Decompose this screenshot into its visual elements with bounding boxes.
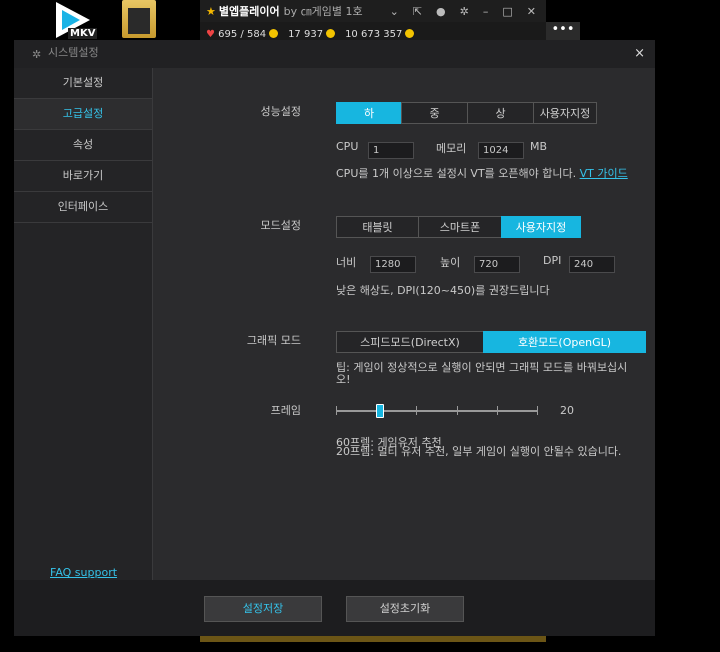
stat-hearts: ♥ 695 / 584 bbox=[206, 29, 279, 40]
slider-tick bbox=[416, 406, 417, 415]
stat-gold: 10 673 357 bbox=[345, 29, 415, 40]
slider-tick bbox=[336, 406, 337, 415]
memory-input[interactable]: 1024 bbox=[478, 142, 524, 159]
graphics-segment: 스피드모드(DirectX) 호환모드(OpenGL) bbox=[336, 331, 646, 353]
stat-gems: 17 937 bbox=[288, 29, 336, 40]
height-input[interactable]: 720 bbox=[474, 256, 520, 273]
close-icon[interactable]: ✕ bbox=[527, 5, 536, 18]
dialog-close-button[interactable]: × bbox=[634, 46, 645, 61]
dialog-footer: 설정저장 설정초기화 bbox=[14, 580, 655, 636]
save-settings-button[interactable]: 설정저장 bbox=[204, 596, 322, 622]
maximize-icon[interactable]: □ bbox=[502, 5, 512, 18]
star-icon: ★ bbox=[206, 4, 216, 18]
frame-slider-track[interactable] bbox=[336, 410, 538, 412]
sidebar-item-basic[interactable]: 기본설정 bbox=[14, 68, 152, 99]
reset-settings-button[interactable]: 설정초기화 bbox=[346, 596, 464, 622]
minimize-icon[interactable]: – bbox=[483, 5, 489, 18]
dpi-input[interactable]: 240 bbox=[569, 256, 615, 273]
width-input[interactable]: 1280 bbox=[370, 256, 416, 273]
slider-tick bbox=[537, 406, 538, 415]
memory-unit: MB bbox=[530, 140, 548, 153]
resolution-note: 낮은 해상도, DPI(120~450)를 권장드립니다 bbox=[336, 284, 550, 297]
gear-icon[interactable]: ✲ bbox=[460, 5, 469, 18]
cpu-input[interactable]: 1 bbox=[368, 142, 414, 159]
sidebar-item-interface[interactable]: 인터페이스 bbox=[14, 192, 152, 223]
graphics-label: 그래픽 모드 bbox=[246, 334, 301, 347]
dialog-title: 시스템설정 bbox=[48, 46, 99, 59]
speed-mode-button[interactable]: 스피드모드(DirectX) bbox=[336, 331, 484, 353]
dpi-label: DPI bbox=[543, 254, 562, 267]
mode-segment: 태블릿 스마트폰 사용자지정 bbox=[336, 216, 581, 238]
cpu-note-text: CPU를 1개 이상으로 설정시 VT를 오픈해야 합니다. bbox=[336, 167, 577, 180]
frame-label: 프레임 bbox=[270, 404, 301, 417]
settings-sidebar: 기본설정 고급설정 속성 바로가기 인터페이스 FAQ support bbox=[14, 68, 153, 580]
memory-label: 메모리 bbox=[436, 142, 467, 155]
dialog-titlebar: ✲ 시스템설정 × bbox=[14, 40, 655, 68]
chevron-down-icon[interactable]: ⌄ bbox=[390, 5, 399, 18]
perf-mid-button[interactable]: 중 bbox=[401, 102, 468, 124]
performance-label: 성능설정 bbox=[260, 105, 301, 118]
mode-tablet-button[interactable]: 태블릿 bbox=[336, 216, 419, 238]
width-label: 너비 bbox=[336, 256, 357, 269]
player-subtitle: by ㎝게임별 1호 bbox=[283, 5, 363, 18]
perf-custom-button[interactable]: 사용자지정 bbox=[533, 102, 597, 124]
settings-dialog: ✲ 시스템설정 × 기본설정 고급설정 속성 바로가기 인터페이스 FAQ su… bbox=[14, 40, 655, 636]
frame-note-20: 20프렘: 멀티 유저 추천, 일부 게임이 실행이 안될수 있습니다. bbox=[336, 445, 622, 458]
slider-tick bbox=[457, 406, 458, 415]
mode-custom-button[interactable]: 사용자지정 bbox=[501, 216, 581, 238]
graphics-tip: 팁: 게임이 정상적으로 실행이 안되면 그래픽 모드를 바꿔보십시오! bbox=[336, 361, 628, 386]
cpu-note: CPU를 1개 이상으로 설정시 VT를 오픈해야 합니다. VT 가이드 bbox=[336, 168, 636, 180]
folder-icon[interactable] bbox=[122, 0, 156, 38]
cpu-label: CPU bbox=[336, 140, 359, 153]
slider-tick bbox=[497, 406, 498, 415]
mkv-app-icon[interactable]: MKV bbox=[50, 0, 98, 44]
player-titlebar: ★ 별엡플레이어 by ㎝게임별 1호 ⌄ ⇱ ● ✲ – □ ✕ bbox=[200, 0, 546, 22]
perf-low-button[interactable]: 하 bbox=[336, 102, 402, 124]
compat-mode-button[interactable]: 호환모드(OpenGL) bbox=[483, 331, 646, 353]
frame-value: 20 bbox=[560, 404, 574, 417]
player-title: 별엡플레이어 bbox=[218, 5, 280, 18]
mkv-label: MKV bbox=[68, 28, 98, 39]
sidebar-item-shortcuts[interactable]: 바로가기 bbox=[14, 161, 152, 192]
pin-icon[interactable]: ⇱ bbox=[413, 5, 422, 18]
sidebar-item-properties[interactable]: 속성 bbox=[14, 130, 152, 161]
settings-gear-icon: ✲ bbox=[32, 48, 42, 61]
height-label: 높이 bbox=[440, 256, 461, 269]
vt-guide-link[interactable]: VT 가이드 bbox=[580, 167, 628, 180]
faq-support-link[interactable]: FAQ support bbox=[50, 566, 117, 579]
performance-segment: 하 중 상 사용자지정 bbox=[336, 102, 597, 124]
mode-label: 모드설정 bbox=[260, 219, 301, 232]
perf-high-button[interactable]: 상 bbox=[467, 102, 534, 124]
sidebar-item-advanced[interactable]: 고급설정 bbox=[14, 99, 152, 130]
chat-icon[interactable]: ● bbox=[436, 5, 446, 18]
mode-smartphone-button[interactable]: 스마트폰 bbox=[418, 216, 502, 238]
frame-slider-thumb[interactable] bbox=[376, 404, 384, 418]
